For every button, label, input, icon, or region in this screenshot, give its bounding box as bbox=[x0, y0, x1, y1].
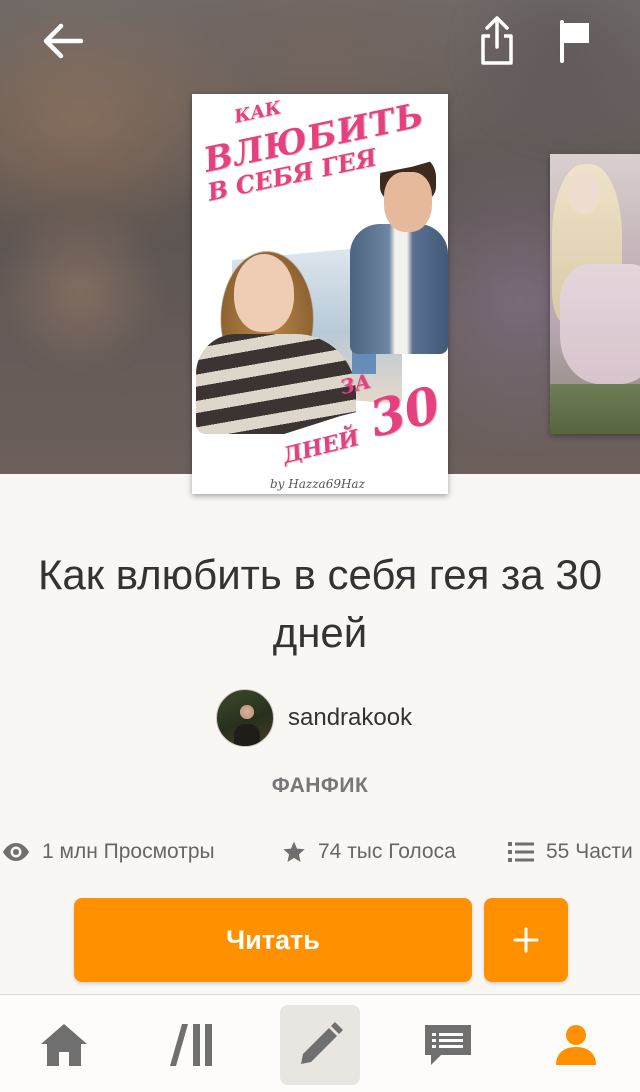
nav-profile[interactable] bbox=[536, 1005, 616, 1085]
eye-icon bbox=[3, 843, 29, 861]
add-to-library-button[interactable] bbox=[484, 898, 568, 982]
arrow-left-icon bbox=[43, 23, 84, 59]
stat-views: 1 млн Просмотры bbox=[2, 832, 215, 872]
nav-home[interactable] bbox=[24, 1005, 104, 1085]
share-button[interactable] bbox=[468, 12, 526, 70]
home-icon bbox=[41, 1024, 87, 1066]
read-button[interactable]: Читать bbox=[74, 898, 472, 982]
nav-messages[interactable] bbox=[408, 1005, 488, 1085]
share-icon bbox=[481, 16, 513, 65]
stat-votes: 74 тыс Голоса bbox=[282, 832, 456, 872]
story-title: Как влюбить в себя гея за 30 дней bbox=[37, 551, 603, 656]
stat-parts: 55 Части bbox=[508, 832, 633, 872]
messages-icon bbox=[425, 1025, 471, 1065]
parts-count: 55 Части bbox=[546, 840, 633, 863]
votes-count: 74 тыс Голоса bbox=[318, 840, 456, 863]
nav-write[interactable] bbox=[280, 1005, 360, 1085]
next-story-cover[interactable] bbox=[550, 154, 640, 434]
list-icon bbox=[508, 842, 534, 862]
story-cover[interactable]: КАК ВЛЮБИТЬ В СЕБЯ ГЕЯ ЗА 30 ДНЕЙ by Haz… bbox=[192, 94, 448, 494]
cover-byline: by Hazza69Haz bbox=[270, 477, 365, 491]
nav-library[interactable] bbox=[152, 1005, 232, 1085]
bottom-navigation bbox=[0, 994, 640, 1092]
views-count: 1 млн Просмотры bbox=[42, 840, 215, 863]
profile-icon bbox=[556, 1025, 596, 1065]
library-icon bbox=[170, 1024, 212, 1066]
star-icon bbox=[283, 841, 305, 862]
author-name[interactable]: sandrakook bbox=[288, 704, 412, 732]
avatar[interactable] bbox=[216, 689, 274, 747]
story-stats: 1 млн Просмотры 74 тыс Голоса 55 Части bbox=[0, 832, 640, 872]
story-category: ФАНФИК bbox=[271, 774, 369, 797]
flag-icon bbox=[560, 20, 589, 63]
author-link[interactable]: sandrakook bbox=[216, 688, 412, 748]
plus-icon bbox=[513, 927, 539, 953]
report-button[interactable] bbox=[546, 12, 604, 70]
pencil-icon bbox=[301, 1022, 343, 1064]
back-button[interactable] bbox=[34, 12, 92, 70]
